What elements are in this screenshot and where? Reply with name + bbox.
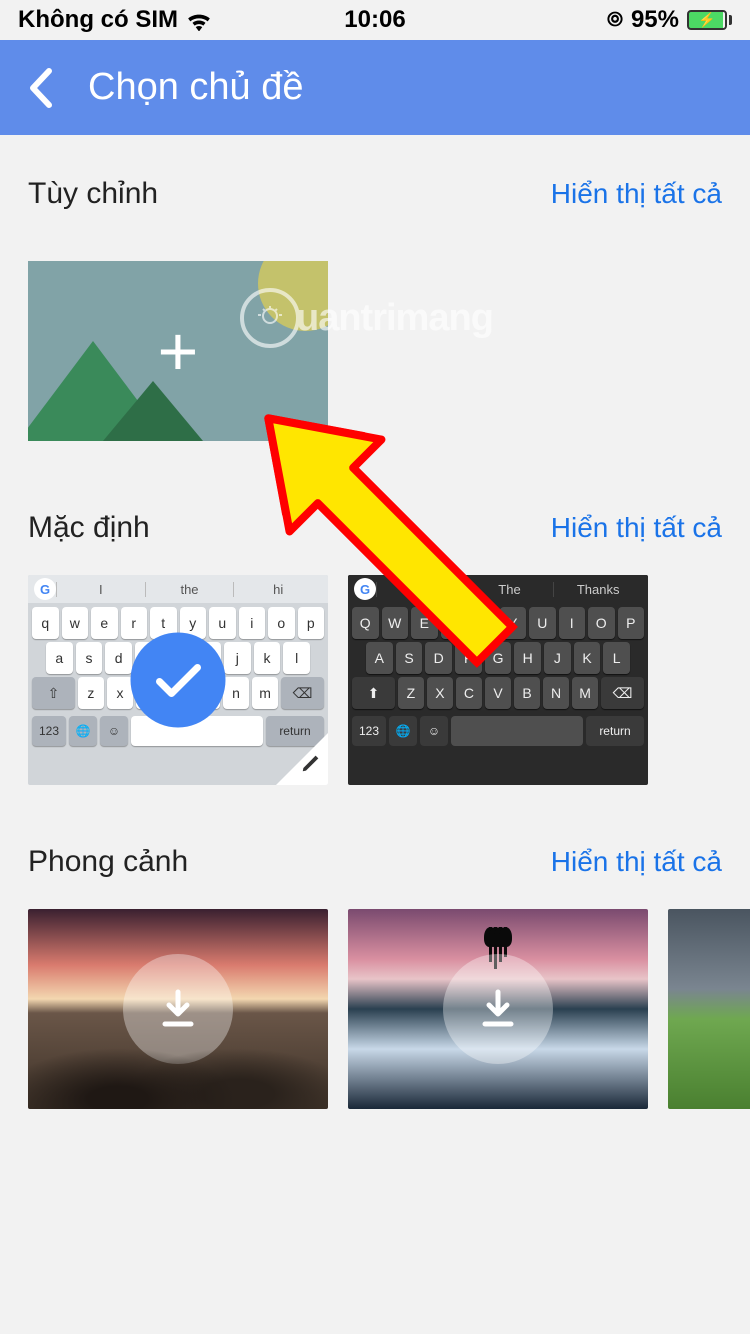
keyboard-key: J	[544, 642, 571, 674]
keyboard-key: e	[91, 607, 118, 639]
keyboard-key: M	[572, 677, 598, 709]
keyboard-key: O	[588, 607, 615, 639]
backspace-key-icon: ⌫	[281, 677, 324, 709]
watermark: uantrimang	[240, 288, 493, 348]
download-icon	[443, 954, 553, 1064]
keyboard-key: w	[62, 607, 89, 639]
section-title-default: Mặc định	[28, 511, 150, 545]
keyboard-key: m	[252, 677, 278, 709]
keyboard-key: W	[382, 607, 409, 639]
keyboard-key: p	[298, 607, 325, 639]
battery-percent: 95%	[631, 6, 679, 34]
keyboard-key: X	[427, 677, 453, 709]
keyboard-key: H	[514, 642, 541, 674]
keyboard-key: r	[121, 607, 148, 639]
suggestion: hi	[233, 582, 322, 597]
keyboard-key: B	[514, 677, 540, 709]
show-all-custom[interactable]: Hiển thị tất cả	[551, 178, 722, 210]
landscape-theme-1[interactable]	[28, 909, 328, 1109]
watermark-text: uantrimang	[296, 297, 493, 340]
section-title-custom: Tùy chỉnh	[28, 177, 158, 211]
globe-icon: 🌐	[389, 716, 417, 746]
backspace-key-icon: ⌫	[601, 677, 644, 709]
shift-key-icon: ⇧	[32, 677, 75, 709]
keyboard-key: n	[223, 677, 249, 709]
app-header: Chọn chủ đề	[0, 40, 750, 135]
keyboard-key: E	[411, 607, 438, 639]
keyboard-key: V	[485, 677, 511, 709]
keyboard-key: z	[78, 677, 104, 709]
google-icon: G	[34, 578, 56, 600]
keyboard-key: l	[283, 642, 310, 674]
keyboard-key: S	[396, 642, 423, 674]
keyboard-key: G	[485, 642, 512, 674]
shift-key-icon: ⬆	[352, 677, 395, 709]
keyboard-key: x	[107, 677, 133, 709]
carrier-text: Không có SIM	[18, 6, 178, 34]
keyboard-key: P	[618, 607, 645, 639]
suggestion: Thanks	[553, 582, 642, 597]
keyboard-key: I	[559, 607, 586, 639]
keyboard-key: T	[470, 607, 497, 639]
landscape-theme-3[interactable]	[668, 909, 750, 1109]
selected-checkmark-icon	[131, 633, 226, 728]
download-icon	[123, 954, 233, 1064]
show-all-default[interactable]: Hiển thị tất cả	[551, 512, 722, 544]
wifi-icon	[186, 10, 212, 30]
emoji-icon: ☺	[420, 716, 448, 746]
battery-icon: ⚡	[687, 10, 732, 30]
suggestion: The	[465, 582, 554, 597]
keyboard-key: q	[32, 607, 59, 639]
edit-pencil-icon[interactable]	[300, 752, 322, 779]
keyboard-key: F	[455, 642, 482, 674]
keyboard-key: Y	[500, 607, 527, 639]
keyboard-key: o	[268, 607, 295, 639]
globe-icon: 🌐	[69, 716, 97, 746]
keyboard-key: D	[425, 642, 452, 674]
keyboard-key: k	[254, 642, 281, 674]
section-title-landscape: Phong cảnh	[28, 845, 188, 879]
section-default: Mặc định Hiển thị tất cả G I the hi qwer…	[0, 441, 750, 785]
keyboard-key: u	[209, 607, 236, 639]
page-title: Chọn chủ đề	[88, 66, 304, 109]
keyboard-key: Z	[398, 677, 424, 709]
emoji-icon: ☺	[100, 716, 128, 746]
return-key: return	[586, 716, 644, 746]
section-landscape: Phong cảnh Hiển thị tất cả	[0, 785, 750, 1109]
num-key: 123	[32, 716, 66, 746]
theme-light[interactable]: G I the hi qwertyuiop asdfghjkl ⇧ zxcvbn…	[28, 575, 328, 785]
space-key	[451, 716, 583, 746]
keyboard-key: j	[224, 642, 251, 674]
watermark-bulb-icon	[240, 288, 300, 348]
num-key: 123	[352, 716, 386, 746]
back-button[interactable]	[10, 58, 70, 118]
keyboard-key: Q	[352, 607, 379, 639]
keyboard-key: i	[239, 607, 266, 639]
keyboard-key: a	[46, 642, 73, 674]
status-bar: Không có SIM 10:06 ⦾ 95% ⚡	[0, 0, 750, 40]
keyboard-key: A	[366, 642, 393, 674]
show-all-landscape[interactable]: Hiển thị tất cả	[551, 846, 722, 878]
google-icon: G	[354, 578, 376, 600]
suggestion: I	[56, 582, 145, 597]
keyboard-key: C	[456, 677, 482, 709]
theme-dark[interactable]: G I The Thanks QWERTYUIOP ASDFGHJKL ⬆ ZX…	[348, 575, 648, 785]
keyboard-key: L	[603, 642, 630, 674]
keyboard-key: N	[543, 677, 569, 709]
lock-icon: ⦾	[607, 9, 623, 32]
status-time: 10:06	[344, 6, 405, 34]
keyboard-key: d	[105, 642, 132, 674]
plus-icon: +	[158, 316, 199, 386]
keyboard-key: K	[574, 642, 601, 674]
keyboard-key: U	[529, 607, 556, 639]
keyboard-key: s	[76, 642, 103, 674]
keyboard-key: R	[441, 607, 468, 639]
landscape-theme-2[interactable]	[348, 909, 648, 1109]
suggestion: the	[145, 582, 234, 597]
suggestion: I	[376, 582, 465, 597]
